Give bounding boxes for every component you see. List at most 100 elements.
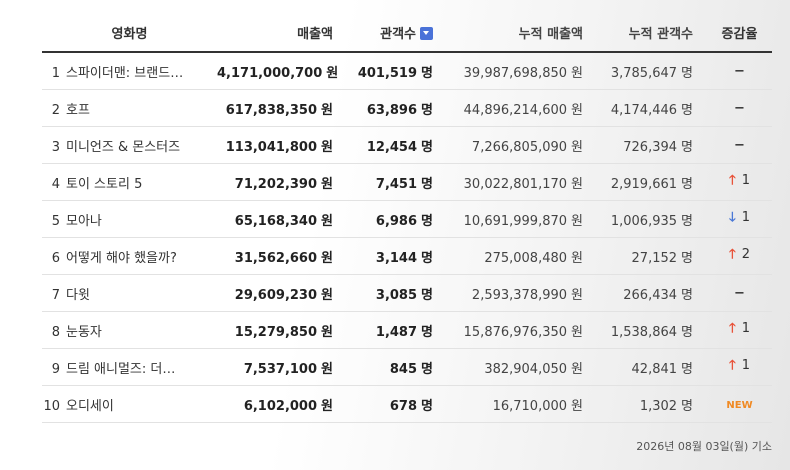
movie-cell[interactable]: 3 미니언즈 & 몬스터즈	[42, 126, 217, 164]
table-row[interactable]: 1 스파이더맨: 브랜드… 4,171,000,700 원 401,519 명 39,987…	[42, 52, 772, 90]
header-revenue[interactable]: 매출액	[217, 14, 347, 53]
movie-title-link[interactable]: 모아나	[66, 214, 102, 229]
movie-title-link[interactable]: 다윗	[66, 288, 90, 303]
movie-title-link[interactable]: 토이 스토리 5	[66, 177, 142, 192]
won-unit: 원	[571, 398, 583, 414]
rank-number: 9	[51, 361, 60, 377]
won-unit: 원	[321, 139, 333, 155]
table-row[interactable]: 2 호프 617,838,350 원 63,896 명 44,896,214,600 원 4,1…	[42, 89, 772, 127]
table-row[interactable]: 8 눈동자 15,279,850 원 1,487 명 15,876,976,350 원 1,53…	[42, 311, 772, 349]
cum-revenue-cell: 275,008,480 원	[447, 237, 597, 275]
cum-audience-value: 3,785,647	[610, 65, 678, 81]
box-office-table-container: 영화명 매출액 관객수 누적 매출액 누적 관객수 증감율 1 스파이더맨: 브랜…	[42, 14, 772, 423]
rank-change-value: 1	[741, 321, 751, 336]
people-unit: 명	[681, 65, 693, 81]
movie-cell[interactable]: 9 드림 애니멀즈: 더…	[42, 348, 217, 386]
won-unit: 원	[571, 213, 583, 229]
audience-cell: 3,085 명	[347, 274, 447, 312]
audience-value: 6,986	[375, 213, 418, 229]
cum-revenue-cell: 15,876,976,350 원	[447, 311, 597, 349]
movie-cell[interactable]: 4 토이 스토리 5	[42, 163, 217, 201]
table-row[interactable]: 4 토이 스토리 5 71,202,390 원 7,451 명 30,022,801,170…	[42, 163, 772, 201]
cum-audience-cell: 726,394 명	[597, 126, 707, 164]
movie-title-link[interactable]: 오디세이	[66, 399, 114, 414]
movie-title-link[interactable]: 미니언즈 & 몬스터즈	[66, 140, 180, 155]
cum-revenue-value: 2,593,378,990	[471, 287, 568, 303]
movie-title-link[interactable]: 눈동자	[66, 325, 102, 340]
movie-cell[interactable]: 8 눈동자	[42, 311, 217, 349]
header-audience-label: 관객수	[380, 27, 416, 42]
people-unit: 명	[421, 213, 433, 229]
new-badge: NEW	[726, 399, 753, 411]
sort-dropdown-icon[interactable]	[420, 27, 433, 40]
movie-title-link[interactable]: 스파이더맨: 브랜드…	[66, 66, 183, 81]
change-cell: 🡑 1	[707, 311, 772, 349]
won-unit: 원	[571, 361, 583, 377]
revenue-cell: 113,041,800 원	[217, 126, 347, 164]
rank-change-value: 2	[741, 247, 751, 262]
table-row[interactable]: 7 다윗 29,609,230 원 3,085 명 2,593,378,990 원 266,43…	[42, 274, 772, 312]
movie-cell[interactable]: 1 스파이더맨: 브랜드…	[42, 52, 217, 90]
header-cum-audience[interactable]: 누적 관객수	[597, 14, 707, 53]
movie-title-link[interactable]: 호프	[66, 103, 90, 118]
no-change-icon: −	[734, 63, 745, 79]
audience-cell: 7,451 명	[347, 163, 447, 201]
movie-cell[interactable]: 5 모아나	[42, 200, 217, 238]
change-cell: 🡑 1	[707, 163, 772, 201]
arrow-up-icon: 🡑	[728, 247, 736, 262]
arrow-up-icon: 🡑	[728, 173, 736, 188]
cum-audience-cell: 2,919,661 명	[597, 163, 707, 201]
cum-audience-value: 1,006,935	[610, 213, 678, 229]
rank-number: 4	[51, 176, 60, 192]
audience-value: 1,487	[375, 324, 418, 340]
table-header-row: 영화명 매출액 관객수 누적 매출액 누적 관객수 증감율	[42, 14, 772, 53]
revenue-cell: 71,202,390 원	[217, 163, 347, 201]
cum-audience-value: 726,394	[623, 139, 678, 155]
table-row[interactable]: 10 오디세이 6,102,000 원 678 명 16,710,000 원 1,302 명 NEW	[42, 385, 772, 423]
movie-cell[interactable]: 10 오디세이	[42, 385, 217, 423]
movie-cell[interactable]: 7 다윗	[42, 274, 217, 312]
revenue-value: 4,171,000,700	[217, 65, 323, 81]
rank-number: 10	[43, 398, 60, 414]
people-unit: 명	[421, 176, 433, 192]
cum-revenue-value: 15,876,976,350	[463, 324, 568, 340]
cum-revenue-cell: 44,896,214,600 원	[447, 89, 597, 127]
people-unit: 명	[421, 287, 433, 303]
people-unit: 명	[681, 398, 693, 414]
audience-value: 12,454	[366, 139, 418, 155]
audience-value: 678	[389, 398, 418, 414]
header-change[interactable]: 증감율	[707, 14, 772, 53]
audience-cell: 6,986 명	[347, 200, 447, 238]
movie-title-link[interactable]: 드림 애니멀즈: 더…	[66, 362, 175, 377]
table-row[interactable]: 9 드림 애니멀즈: 더… 7,537,100 원 845 명 382,904,050 원 42…	[42, 348, 772, 386]
audience-value: 63,896	[366, 102, 418, 118]
cum-audience-value: 4,174,446	[610, 102, 678, 118]
cum-audience-cell: 42,841 명	[597, 348, 707, 386]
revenue-cell: 29,609,230 원	[217, 274, 347, 312]
table-row[interactable]: 3 미니언즈 & 몬스터즈 113,041,800 원 12,454 명 7,266,805…	[42, 126, 772, 164]
cum-revenue-value: 382,904,050	[484, 361, 568, 377]
people-unit: 명	[421, 361, 433, 377]
header-title[interactable]: 영화명	[42, 14, 217, 53]
header-cum-revenue[interactable]: 누적 매출액	[447, 14, 597, 53]
rank-number: 1	[51, 65, 60, 81]
cum-audience-value: 1,538,864	[610, 324, 678, 340]
revenue-value: 71,202,390	[234, 176, 318, 192]
rank-number: 5	[51, 213, 60, 229]
cum-audience-cell: 1,006,935 명	[597, 200, 707, 238]
people-unit: 명	[421, 102, 433, 118]
no-change-icon: −	[734, 100, 745, 116]
won-unit: 원	[321, 250, 333, 266]
movie-cell[interactable]: 2 호프	[42, 89, 217, 127]
audience-cell: 63,896 명	[347, 89, 447, 127]
table-row[interactable]: 6 어떻게 해야 했을까? 31,562,660 원 3,144 명 275,008,480…	[42, 237, 772, 275]
cum-audience-value: 27,152	[631, 250, 678, 266]
movie-title-link[interactable]: 어떻게 해야 했을까?	[66, 251, 177, 266]
movie-cell[interactable]: 6 어떻게 해야 했을까?	[42, 237, 217, 275]
rank-change-value: 1	[741, 358, 751, 373]
change-cell: 🡑 1	[707, 348, 772, 386]
revenue-cell: 31,562,660 원	[217, 237, 347, 275]
cum-revenue-value: 39,987,698,850	[463, 65, 568, 81]
table-row[interactable]: 5 모아나 65,168,340 원 6,986 명 10,691,999,870 원 1,00…	[42, 200, 772, 238]
header-audience[interactable]: 관객수	[347, 14, 447, 53]
